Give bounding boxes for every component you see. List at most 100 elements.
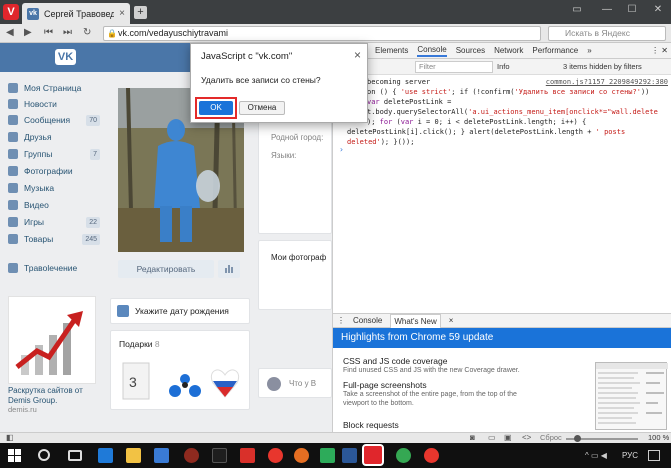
rewind-icon[interactable]: ⏮ bbox=[44, 27, 53, 38]
address-bar-row: ◀ ▶ ⏮ ⏭ ↻ 🔒 vk.com/vedayuschiytravami Ис… bbox=[0, 24, 671, 43]
devtools-menu-icon[interactable]: ⋮ ✕ bbox=[651, 46, 668, 55]
code-icon[interactable]: <> bbox=[522, 433, 531, 442]
tab-sources[interactable]: Sources bbox=[456, 46, 485, 55]
home-icon bbox=[8, 83, 18, 93]
avatar bbox=[267, 377, 281, 391]
drawer-tab-whats-new[interactable]: What's New bbox=[390, 313, 441, 328]
console-code-line: on () { 'use strict'; if (!confirm('Удал… bbox=[367, 88, 650, 96]
stats-button[interactable] bbox=[218, 260, 240, 278]
coverage-screenshot-thumbnail bbox=[595, 362, 668, 430]
explorer-icon[interactable] bbox=[126, 448, 141, 463]
language-indicator[interactable]: РУС bbox=[622, 451, 638, 460]
sidebar-item-goods[interactable]: Товары 245 bbox=[8, 231, 100, 247]
yandex-icon[interactable] bbox=[424, 448, 439, 463]
tab-network[interactable]: Network bbox=[494, 46, 523, 55]
reload-icon[interactable]: ↻ bbox=[83, 27, 91, 38]
maximize-icon[interactable]: ☐ bbox=[622, 4, 642, 15]
close-icon[interactable]: × bbox=[354, 48, 361, 62]
devtools-tab-bar: Elements Console Sources Network Perform… bbox=[333, 43, 671, 59]
gifts-card[interactable]: Подарки 8 3 bbox=[110, 330, 250, 410]
sidebar-item-photos[interactable]: Фотографии bbox=[8, 163, 100, 179]
new-post-card[interactable]: Что у В bbox=[258, 368, 332, 398]
menu-icon[interactable]: ⋮ bbox=[337, 316, 345, 325]
windows-start-icon[interactable] bbox=[8, 449, 21, 462]
tab-performance[interactable]: Performance bbox=[532, 46, 578, 55]
close-tab-icon[interactable]: × bbox=[119, 8, 125, 19]
zoom-slider-handle[interactable] bbox=[574, 435, 581, 442]
drawer-tab-console[interactable]: Console bbox=[353, 316, 382, 325]
sidebar-item-my-page[interactable]: Моя Страница bbox=[8, 80, 100, 96]
dialog-message: Удалить все записи со стены? bbox=[201, 75, 321, 85]
word-icon[interactable] bbox=[342, 448, 357, 463]
firefox-icon[interactable] bbox=[294, 448, 309, 463]
highlight-section[interactable]: Full-page screenshots Take a screenshot … bbox=[343, 380, 543, 408]
forward-icon[interactable]: ▶ bbox=[24, 27, 32, 38]
tab-list-icon[interactable]: ▭ bbox=[567, 4, 587, 15]
close-tab-icon[interactable]: × bbox=[449, 316, 454, 325]
messages-icon bbox=[8, 115, 18, 125]
more-tabs-icon[interactable]: » bbox=[587, 46, 591, 55]
search-icon[interactable] bbox=[38, 449, 50, 461]
ok-button[interactable]: OK bbox=[199, 101, 233, 115]
edit-profile-button[interactable]: Редактировать bbox=[118, 260, 214, 278]
notification-icon[interactable] bbox=[648, 450, 660, 461]
devtools-panel: Elements Console Sources Network Perform… bbox=[332, 43, 671, 432]
close-window-icon[interactable]: ✕ bbox=[648, 4, 668, 15]
ad-image[interactable] bbox=[8, 296, 96, 384]
browser-tab[interactable]: vk Сергей Травовед × bbox=[22, 3, 130, 24]
filter-input[interactable]: Filter bbox=[415, 61, 493, 73]
sidebar-item-games[interactable]: Игры 22 bbox=[8, 214, 100, 230]
highlight-section[interactable]: Block requests bbox=[343, 420, 543, 430]
app-icon[interactable] bbox=[212, 448, 227, 463]
dialog-title: JavaScript с "vk.com" bbox=[201, 51, 293, 62]
fast-forward-icon[interactable]: ⏭ bbox=[63, 27, 72, 38]
highlight-section[interactable]: CSS and JS code coverage Find unused CSS… bbox=[343, 356, 543, 375]
count-badge: 245 bbox=[82, 233, 100, 245]
sidebar-item-news[interactable]: Новости bbox=[8, 96, 100, 112]
opera-icon[interactable] bbox=[268, 448, 283, 463]
tray-icons[interactable]: ^ ▭ ◀ bbox=[585, 451, 607, 460]
url-input[interactable]: 🔒 vk.com/vedayuschiytravami bbox=[103, 26, 541, 41]
cancel-button[interactable]: Отмена bbox=[239, 101, 285, 115]
edge-icon[interactable] bbox=[98, 448, 113, 463]
browser-tab-bar: V vk Сергей Травовед × + ▭ — ☐ ✕ bbox=[0, 0, 671, 24]
console-code-line: ); for (var i = 0; i < deletePostLink.le… bbox=[367, 118, 587, 126]
sidebar-item-video[interactable]: Видео bbox=[8, 197, 100, 213]
image-icon[interactable]: ▣ bbox=[504, 433, 512, 442]
console-output[interactable]: becoming server common.js?1157_220984929… bbox=[333, 76, 671, 296]
tab-console[interactable]: Console bbox=[417, 45, 447, 57]
my-photos-card[interactable]: Мои фотограф bbox=[258, 240, 332, 310]
log-level-select[interactable]: Info bbox=[497, 62, 510, 71]
app-icon[interactable] bbox=[320, 448, 335, 463]
sidebar-item-community[interactable]: Травоleчение bbox=[8, 260, 100, 276]
tab-elements[interactable]: Elements bbox=[375, 46, 408, 55]
sidebar-item-friends[interactable]: Друзья bbox=[8, 129, 100, 145]
search-input[interactable]: Искать в Яндекс bbox=[548, 26, 666, 41]
zoom-value: 100 % bbox=[648, 433, 670, 442]
task-view-icon[interactable] bbox=[68, 450, 82, 461]
app-icon[interactable] bbox=[184, 448, 199, 463]
source-link[interactable]: common.js?1157_2209849292:380 bbox=[546, 78, 668, 88]
window-icon[interactable]: ▭ bbox=[488, 433, 496, 442]
calendar-icon bbox=[117, 305, 129, 317]
back-icon[interactable]: ◀ bbox=[6, 27, 14, 38]
sidebar-item-music[interactable]: Музыка bbox=[8, 180, 100, 196]
app-icon[interactable] bbox=[240, 448, 255, 463]
vivaldi-menu-icon[interactable]: V bbox=[3, 4, 19, 20]
panel-toggle-icon[interactable]: ◧ bbox=[6, 433, 14, 442]
console-prompt-icon[interactable]: › bbox=[339, 145, 344, 155]
store-icon[interactable] bbox=[154, 448, 169, 463]
birthday-card[interactable]: Укажите дату рождения bbox=[110, 298, 250, 324]
chrome-icon[interactable] bbox=[396, 448, 411, 463]
minimize-icon[interactable]: — bbox=[597, 4, 617, 15]
vivaldi-taskbar-icon[interactable] bbox=[362, 444, 384, 466]
new-tab-button[interactable]: + bbox=[134, 6, 147, 19]
console-code-line: var deletePostLink = bbox=[367, 98, 452, 106]
camera-icon[interactable]: ◙ bbox=[470, 433, 475, 442]
games-icon bbox=[8, 217, 18, 227]
sidebar-item-groups[interactable]: Группы 7 bbox=[8, 146, 100, 162]
zoom-reset-label[interactable]: Сброс bbox=[540, 433, 562, 442]
ad-title[interactable]: Раскрутка сайтов от Demis Group. bbox=[8, 386, 104, 406]
sidebar-item-messages[interactable]: Сообщения 70 bbox=[8, 112, 100, 128]
vk-logo[interactable]: VK bbox=[55, 49, 76, 65]
